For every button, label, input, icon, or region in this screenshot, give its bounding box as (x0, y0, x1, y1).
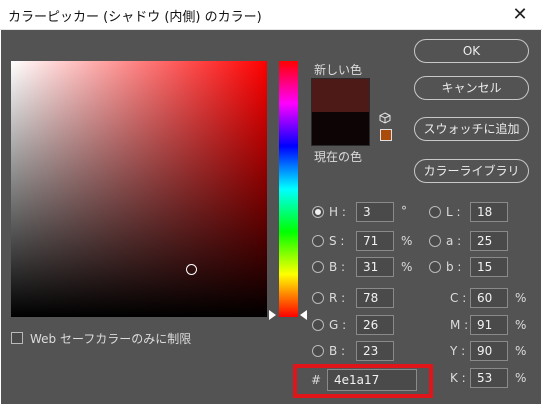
add-to-swatches-button[interactable]: スウォッチに追加 (414, 117, 529, 141)
window-title: カラーピッカー (シャドウ (内側) のカラー) (8, 10, 262, 25)
label-b-lab: b : (446, 260, 462, 274)
field-h[interactable]: 3 (356, 202, 394, 222)
field-m[interactable]: 91 (470, 315, 508, 335)
radio-b-lab[interactable] (429, 261, 441, 273)
label-g: G : (329, 318, 347, 332)
unit-k: % (515, 371, 527, 385)
field-a[interactable]: 25 (470, 231, 508, 251)
label-y: Y : (450, 344, 466, 358)
field-y[interactable]: 90 (470, 341, 508, 361)
unit-m: % (515, 318, 527, 332)
label-h: H : (329, 205, 346, 219)
title-bar: カラーピッカー (シャドウ (内側) のカラー) ✕ (0, 0, 542, 30)
color-picker-dialog: 新しい色 現在の色 OK キャンセル スウォッチに追加 カラーライブラリ H :… (1, 30, 541, 404)
field-c[interactable]: 60 (470, 288, 508, 308)
label-s: S : (329, 234, 345, 248)
field-l[interactable]: 18 (470, 202, 508, 222)
unit-h: ° (401, 204, 407, 218)
field-k[interactable]: 53 (470, 368, 508, 388)
hue-slider-handle-left[interactable] (269, 310, 276, 320)
radio-a[interactable] (429, 235, 441, 247)
radio-g[interactable] (312, 319, 324, 331)
ok-button[interactable]: OK (414, 39, 529, 63)
label-r: R : (329, 291, 346, 305)
web-safe-checkbox[interactable] (11, 332, 23, 344)
field-r[interactable]: 78 (356, 288, 394, 308)
field-g[interactable]: 26 (356, 315, 394, 335)
radio-h[interactable] (312, 206, 324, 218)
label-b-rgb: B : (329, 344, 346, 358)
field-b-lab[interactable]: 15 (470, 257, 508, 277)
field-s[interactable]: 71 (356, 231, 394, 251)
new-color-swatch (311, 78, 370, 112)
web-safe-label: Web セーフカラーのみに制限 (30, 332, 192, 346)
color-field-cursor[interactable] (186, 264, 197, 275)
new-color-label: 新しい色 (314, 63, 363, 77)
hex-input[interactable]: 4e1a17 (327, 369, 417, 391)
label-k: K : (450, 371, 466, 385)
unit-y: % (515, 344, 527, 358)
close-icon[interactable]: ✕ (504, 2, 536, 28)
label-a: a : (446, 234, 462, 248)
label-m: M : (450, 318, 469, 332)
hue-slider[interactable] (279, 61, 298, 317)
unit-b-hsb: % (401, 260, 413, 274)
current-color-swatch[interactable] (311, 112, 370, 146)
gamut-warning-swatch[interactable] (380, 129, 392, 141)
hex-label: # (311, 373, 322, 387)
unit-c: % (515, 291, 527, 305)
radio-s[interactable] (312, 235, 324, 247)
radio-r[interactable] (312, 292, 324, 304)
radio-b-rgb[interactable] (312, 345, 324, 357)
color-field[interactable] (11, 61, 267, 317)
radio-b-hsb[interactable] (312, 261, 324, 273)
field-b-hsb[interactable]: 31 (356, 257, 394, 277)
unit-s: % (401, 234, 413, 248)
label-b-hsb: B : (329, 260, 346, 274)
cancel-button[interactable]: キャンセル (414, 76, 529, 100)
label-l: L : (446, 205, 461, 219)
hue-slider-handle-right[interactable] (300, 310, 307, 320)
current-color-label: 現在の色 (314, 150, 363, 164)
cube-icon[interactable] (379, 112, 391, 124)
radio-l[interactable] (429, 206, 441, 218)
label-c: C : (450, 291, 467, 305)
color-libraries-button[interactable]: カラーライブラリ (414, 159, 529, 183)
field-b-rgb[interactable]: 23 (356, 341, 394, 361)
